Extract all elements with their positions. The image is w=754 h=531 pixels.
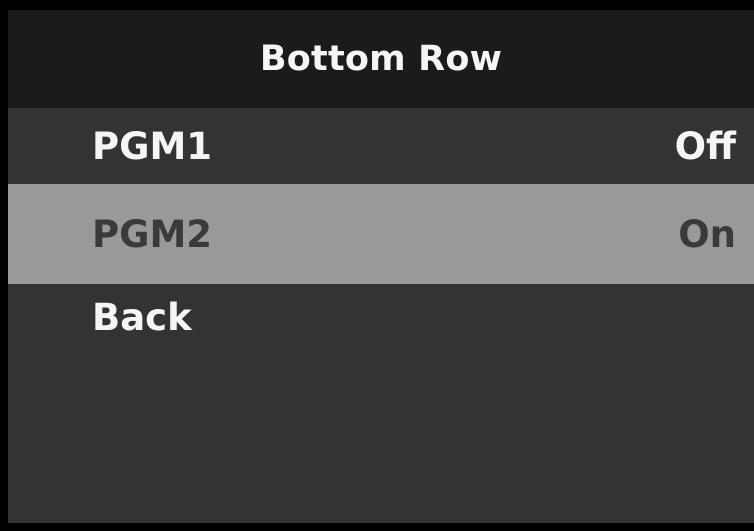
menu-item-label: PGM1 <box>92 124 213 168</box>
menu-item-value: On <box>678 212 736 256</box>
menu-item-back[interactable]: Back <box>8 284 754 356</box>
menu-item-label: Back <box>92 296 192 339</box>
menu-item-pgm2[interactable]: PGM2 On <box>8 184 754 284</box>
device-screen-frame: Bottom Row PGM1 Off PGM2 On Back <box>0 0 754 531</box>
menu-item-label: PGM2 <box>92 212 213 256</box>
menu-title: Bottom Row <box>259 39 503 79</box>
title-bar: Bottom Row <box>8 10 754 108</box>
menu-screen: Bottom Row PGM1 Off PGM2 On Back <box>8 10 754 523</box>
menu-list: PGM1 Off PGM2 On Back <box>8 108 754 356</box>
menu-item-pgm1[interactable]: PGM1 Off <box>8 108 754 184</box>
menu-item-value: Off <box>674 124 736 168</box>
